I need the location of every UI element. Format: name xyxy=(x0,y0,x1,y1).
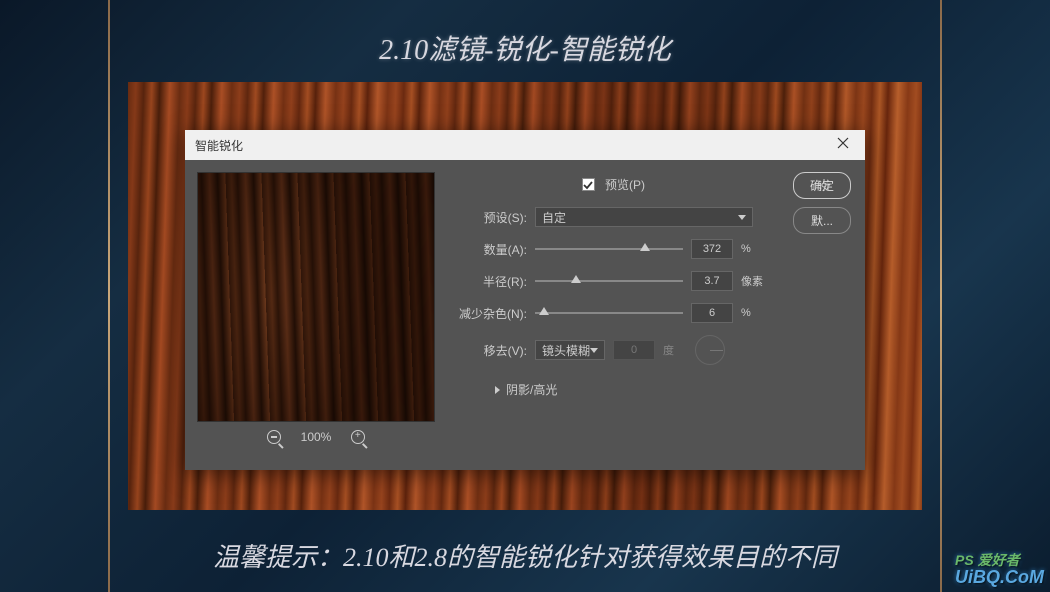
dialog-titlebar[interactable]: 智能锐化 xyxy=(185,130,865,160)
remove-select[interactable]: 镜头模糊 xyxy=(535,340,605,360)
dialog-title: 智能锐化 xyxy=(195,137,243,154)
zoom-in-button[interactable] xyxy=(351,430,365,444)
chevron-down-icon xyxy=(738,215,746,220)
amount-label: 数量(A): xyxy=(455,241,527,258)
noise-slider[interactable] xyxy=(535,312,683,314)
remove-row: 移去(V): 镜头模糊 0 度 xyxy=(455,335,765,365)
preset-value: 自定 xyxy=(542,209,566,226)
shadows-highlights-label: 阴影/高光 xyxy=(506,381,557,398)
preview-checkbox[interactable] xyxy=(582,178,595,191)
page-title: 2.10滤镜-锐化-智能锐化 xyxy=(0,28,1050,68)
zoom-controls: 100% xyxy=(197,422,435,452)
check-icon xyxy=(583,180,593,190)
dialog-buttons: 确定 默... xyxy=(793,172,851,234)
amount-unit: % xyxy=(741,243,765,255)
angle-input: 0 xyxy=(613,340,655,360)
amount-slider[interactable] xyxy=(535,248,683,250)
default-button[interactable]: 默... xyxy=(793,207,851,234)
remove-label: 移去(V): xyxy=(455,342,527,359)
remove-value: 镜头模糊 xyxy=(542,342,590,359)
radius-label: 半径(R): xyxy=(455,273,527,290)
shadows-highlights-toggle[interactable]: 阴影/高光 xyxy=(455,381,765,398)
preview-panel: 100% xyxy=(197,172,435,458)
ok-button[interactable]: 确定 xyxy=(793,172,851,199)
bottom-tip: 温馨提示：2.10和2.8的智能锐化针对获得效果目的不同 xyxy=(0,537,1050,574)
decorative-border-right xyxy=(940,0,942,592)
watermark: PS 爱好者 UiBQ.CoM xyxy=(955,553,1044,588)
decorative-border-left xyxy=(108,0,110,592)
amount-row: 数量(A): 372 % xyxy=(455,239,765,259)
angle-dial xyxy=(695,335,725,365)
smart-sharpen-dialog: 智能锐化 100% 预览(P) xyxy=(185,130,865,470)
watermark-url: UiBQ.CoM xyxy=(955,567,1044,587)
preview-checkbox-row: 预览(P) xyxy=(455,176,845,193)
radius-row: 半径(R): 3.7 像素 xyxy=(455,271,765,291)
close-button[interactable] xyxy=(831,134,855,156)
preset-select[interactable]: 自定 xyxy=(535,207,753,227)
preset-row: 预设(S): 自定 xyxy=(455,207,765,227)
preview-image[interactable] xyxy=(197,172,435,422)
chevron-right-icon xyxy=(495,386,500,394)
dialog-body: 100% 预览(P) 确定 默... xyxy=(185,160,865,470)
preview-checkbox-label: 预览(P) xyxy=(605,176,645,193)
amount-input[interactable]: 372 xyxy=(691,239,733,259)
noise-label: 减少杂色(N): xyxy=(455,305,527,322)
watermark-cn: PS 爱好者 xyxy=(955,553,1044,567)
radius-input[interactable]: 3.7 xyxy=(691,271,733,291)
radius-slider-thumb[interactable] xyxy=(571,275,581,283)
close-icon xyxy=(837,137,849,149)
radius-unit: 像素 xyxy=(741,273,765,289)
chevron-down-icon xyxy=(590,348,598,353)
zoom-level: 100% xyxy=(301,430,332,444)
preset-label: 预设(S): xyxy=(455,209,527,226)
angle-unit: 度 xyxy=(663,342,687,358)
noise-unit: % xyxy=(741,307,765,319)
noise-input[interactable]: 6 xyxy=(691,303,733,323)
noise-slider-thumb[interactable] xyxy=(539,307,549,315)
amount-slider-thumb[interactable] xyxy=(640,243,650,251)
radius-slider[interactable] xyxy=(535,280,683,282)
zoom-out-button[interactable] xyxy=(267,430,281,444)
controls-panel: 预览(P) 确定 默... 预设(S): 自定 xyxy=(447,172,853,458)
noise-row: 减少杂色(N): 6 % xyxy=(455,303,765,323)
